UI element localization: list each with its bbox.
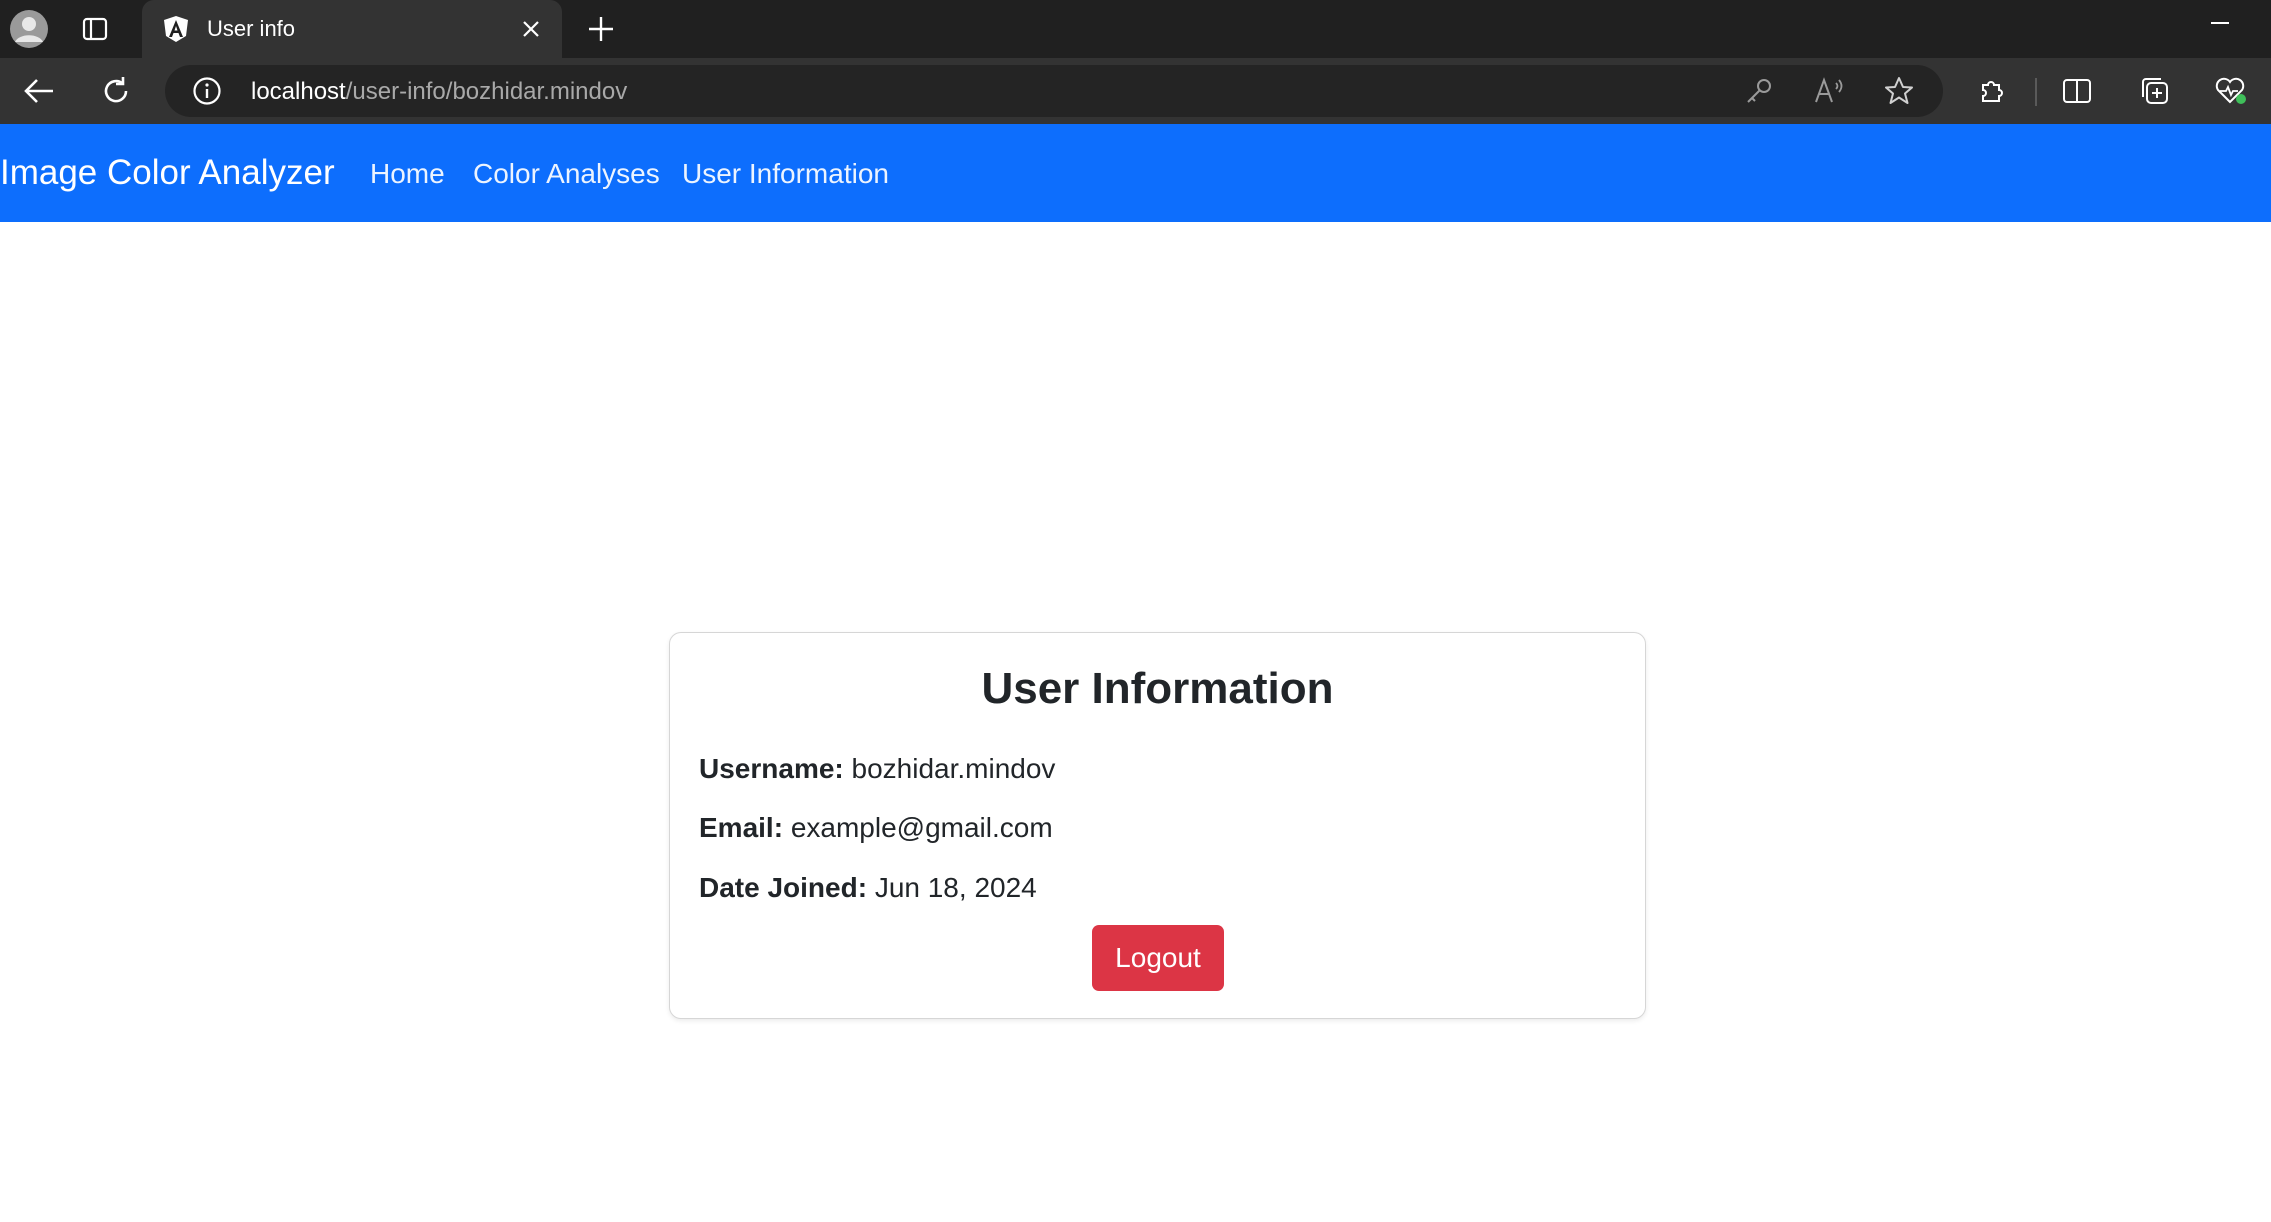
browser-essentials-button[interactable] (2210, 70, 2252, 112)
tab-actions-button[interactable] (72, 6, 118, 52)
key-icon (1747, 79, 1771, 103)
date-joined-value: Jun 18, 2024 (874, 872, 1037, 903)
star-icon (1885, 77, 1913, 104)
url-host: localhost (251, 78, 346, 105)
minimize-button[interactable] (2200, 8, 2240, 38)
browser-essentials-icon (2215, 77, 2246, 104)
minimize-icon (2211, 22, 2229, 24)
nav-link-color-analyses[interactable]: Color Analyses (473, 157, 660, 191)
back-arrow-icon (24, 79, 53, 103)
date-joined-row: Date Joined: Jun 18, 2024 (699, 871, 1037, 905)
logout-button[interactable]: Logout (1092, 925, 1224, 991)
tab-title: User info (207, 16, 296, 41)
reload-button[interactable] (95, 70, 137, 112)
profile-icon (10, 10, 48, 48)
site-info-button[interactable] (191, 75, 223, 107)
username-row: Username: bozhidar.mindov (699, 752, 1055, 786)
active-tab[interactable]: User info (142, 0, 562, 58)
browser-tab-strip: User info (0, 0, 2271, 58)
extensions-icon (1982, 81, 2003, 102)
browser-toolbar: localhost/user-info/bozhidar.mindov (0, 58, 2271, 124)
nav-link-home[interactable]: Home (370, 157, 445, 191)
plus-icon (589, 17, 613, 41)
split-screen-button[interactable] (2056, 70, 2098, 112)
angular-icon (162, 15, 190, 43)
favorite-button[interactable] (1881, 73, 1917, 109)
url-path: /user-info/bozhidar.mindov (345, 78, 628, 105)
tab-actions-icon (82, 17, 108, 41)
email-label: Email: (699, 812, 784, 843)
close-icon (523, 21, 539, 37)
user-info-card: User Information Username: bozhidar.mind… (669, 632, 1646, 1019)
email-value: example@gmail.com (790, 812, 1053, 843)
collections-button[interactable] (2134, 70, 2176, 112)
address-bar[interactable]: localhost/user-info/bozhidar.mindov (165, 65, 1943, 117)
split-screen-icon (2063, 79, 2091, 103)
read-aloud-icon (1815, 77, 1843, 103)
collections-icon (2142, 78, 2168, 104)
date-joined-label: Date Joined: (699, 872, 868, 903)
back-button[interactable] (18, 70, 60, 112)
nav-link-user-information[interactable]: User Information (682, 157, 889, 191)
read-aloud-button[interactable] (1812, 73, 1848, 109)
url-text[interactable]: localhost/user-info/bozhidar.mindov (251, 78, 627, 106)
username-value: bozhidar.mindov (851, 753, 1056, 784)
password-button[interactable] (1741, 73, 1777, 109)
extensions-button[interactable] (1972, 70, 2014, 112)
toolbar-divider (2035, 78, 2037, 106)
reload-icon (104, 77, 128, 103)
card-title: User Information (981, 664, 1334, 713)
app-navbar: Image Color Analyzer Home Color Analyses… (0, 124, 2271, 222)
navbar-brand[interactable]: Image Color Analyzer (0, 152, 335, 194)
username-label: Username: (699, 753, 844, 784)
new-tab-button[interactable] (580, 8, 622, 50)
email-row: Email: example@gmail.com (699, 811, 1053, 845)
profile-button[interactable] (6, 6, 52, 52)
tab-close-button[interactable] (514, 12, 548, 46)
info-icon (193, 77, 221, 105)
